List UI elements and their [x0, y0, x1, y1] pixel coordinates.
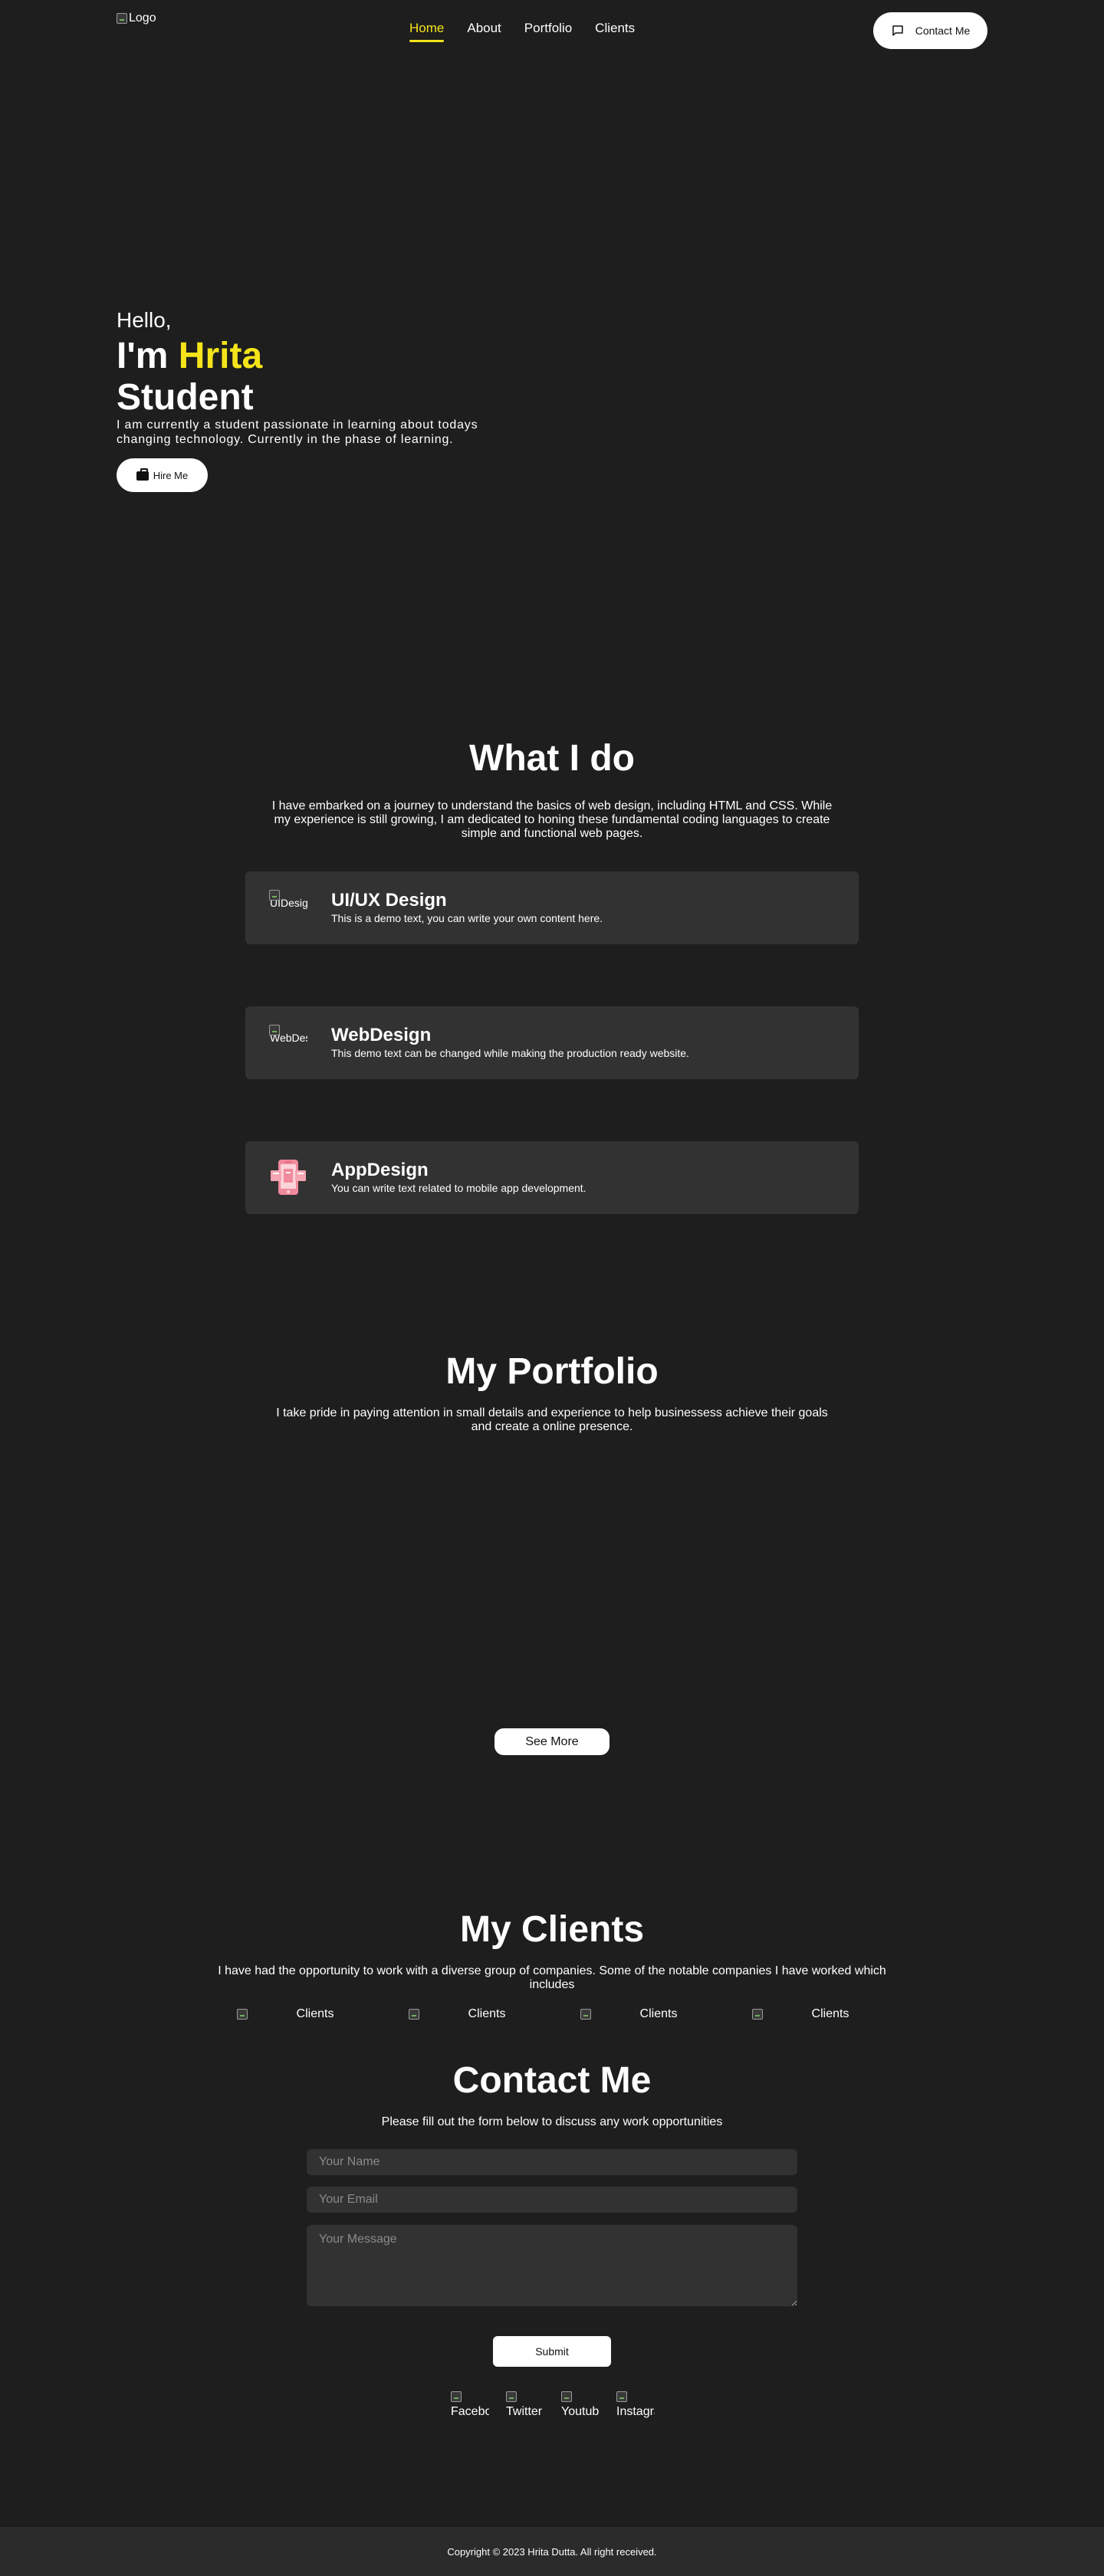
portfolio-description: I take pride in paying attention in smal…: [276, 1406, 828, 1433]
broken-image-icon: [451, 2391, 462, 2402]
logo-alt-text: Logo: [129, 11, 156, 25]
briefcase-icon: [136, 468, 149, 481]
hire-me-button[interactable]: Hire Me: [117, 458, 208, 492]
service-text: This demo text can be changed while maki…: [331, 1047, 689, 1059]
email-input[interactable]: [307, 2187, 797, 2213]
nav-menu: Home About Portfolio Clients: [409, 21, 635, 42]
name-input[interactable]: [307, 2149, 797, 2175]
hero-greeting: Hello,: [117, 308, 172, 332]
copyright-text: Copyright © 2023 Hrita Dutta. All right …: [447, 2545, 657, 2558]
uiux-icon: UIDesign: [269, 890, 307, 920]
broken-image-icon: [117, 13, 127, 24]
service-text: This is a demo text, you can write your …: [331, 912, 603, 924]
service-card-webdesign: WebDesign WebDesign This demo text can b…: [245, 1006, 859, 1079]
twitter-link[interactable]: Twitter: [506, 2391, 544, 2419]
contact-description: Please fill out the form below to discus…: [381, 2115, 723, 2128]
broken-image-icon: [236, 2009, 248, 2020]
instagram-alt: Instagram: [616, 2405, 655, 2418]
submit-button[interactable]: Submit: [493, 2336, 611, 2367]
services-description: I have embarked on a journey to understa…: [271, 799, 833, 840]
navbar: Logo Home About Portfolio Clients Contac…: [0, 0, 1104, 61]
broken-image-icon: [269, 890, 280, 901]
contact-me-label: Contact Me: [915, 25, 971, 37]
footer: Copyright © 2023 Hrita Dutta. All right …: [0, 2527, 1104, 2576]
youtube-alt: Youtube: [561, 2405, 600, 2418]
message-textarea[interactable]: [307, 2225, 797, 2306]
twitter-alt: Twitter: [506, 2405, 543, 2418]
nav-link-home[interactable]: Home: [409, 21, 445, 42]
broken-image-icon: [616, 2391, 627, 2402]
hero-role: Student: [117, 377, 254, 418]
nav-link-portfolio[interactable]: Portfolio: [524, 21, 572, 42]
broken-image-icon: [561, 2391, 572, 2402]
clients-description: I have had the opportunity to work with …: [218, 1964, 886, 1991]
hero-description: I am currently a student passionate in l…: [117, 418, 478, 446]
clients-title: My Clients: [459, 1909, 645, 1950]
portfolio-title: My Portfolio: [445, 1351, 659, 1392]
nav-link-clients[interactable]: Clients: [595, 21, 635, 42]
contact-title: Contact Me: [452, 2060, 652, 2101]
broken-image-icon: [269, 1025, 280, 1035]
webdesign-icon: WebDesign: [269, 1025, 307, 1055]
broken-image-icon: [408, 2009, 419, 2020]
broken-image-icon: [580, 2009, 591, 2020]
client-logo-alt: Clients: [468, 2007, 506, 2020]
instagram-link[interactable]: Instagram: [616, 2391, 655, 2419]
client-logo: Clients: [388, 2007, 526, 2022]
service-card-appdesign: AppDesign You can write text related to …: [245, 1141, 859, 1214]
client-logo: Clients: [731, 2007, 869, 2022]
services-title: What I do: [469, 738, 635, 779]
broken-image-icon: [506, 2391, 517, 2402]
logo[interactable]: Logo: [117, 11, 156, 25]
see-more-button[interactable]: See More: [495, 1728, 610, 1755]
hero-name: Hrita: [178, 336, 263, 376]
facebook-link[interactable]: Facebook: [451, 2391, 489, 2419]
client-logo: Clients: [560, 2007, 698, 2022]
contact-me-button[interactable]: Contact Me: [873, 12, 987, 49]
nav-link-about[interactable]: About: [467, 21, 501, 42]
client-logo-alt: Clients: [639, 2007, 678, 2020]
youtube-link[interactable]: Youtube: [561, 2391, 600, 2419]
hero-name-prefix: I'm: [117, 336, 169, 376]
service-card-uiux: UIDesign UI/UX Design This is a demo tex…: [245, 871, 859, 944]
message-icon: [892, 25, 903, 36]
facebook-alt: Facebook: [451, 2405, 489, 2418]
service-title: AppDesign: [331, 1160, 429, 1180]
hero-name-line: I'm Hrita: [117, 335, 262, 378]
service-text: You can write text related to mobile app…: [331, 1182, 586, 1194]
client-logo-alt: Clients: [811, 2007, 849, 2020]
broken-image-icon: [751, 2009, 763, 2020]
service-title: WebDesign: [331, 1025, 432, 1045]
service-title: UI/UX Design: [331, 890, 447, 911]
mobile-app-icon: [271, 1160, 306, 1195]
client-logo-alt: Clients: [296, 2007, 334, 2020]
client-logo: Clients: [216, 2007, 354, 2022]
hire-me-label: Hire Me: [153, 469, 189, 481]
